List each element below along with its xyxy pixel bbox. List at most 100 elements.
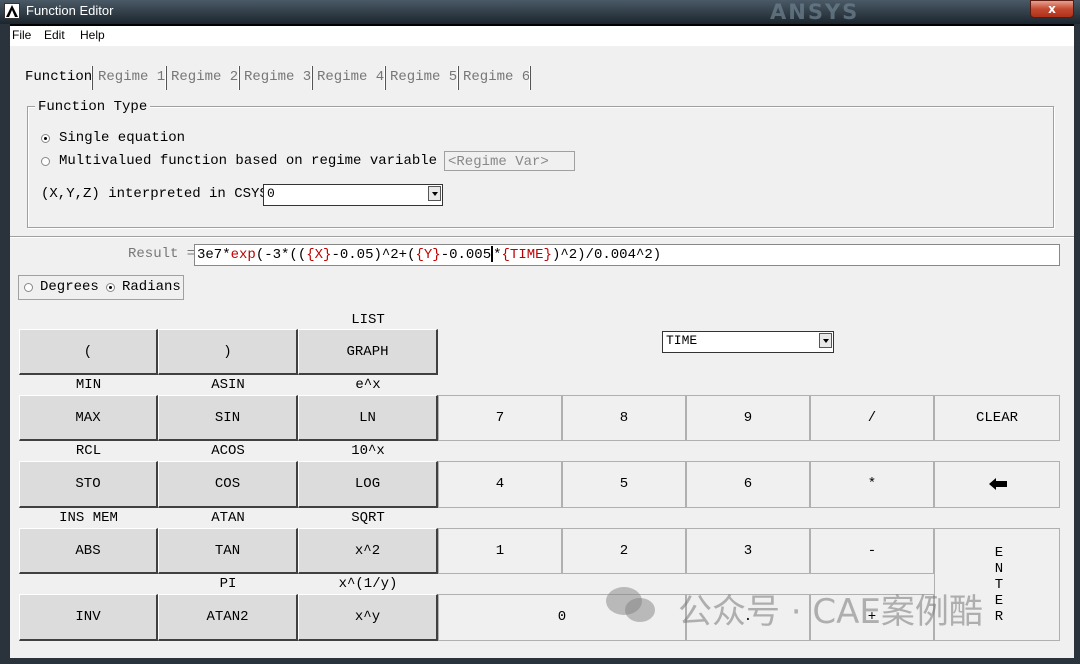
key-abs[interactable]: ABS (19, 528, 158, 574)
key-tan[interactable]: TAN (158, 528, 298, 574)
key-atan2[interactable]: ATAN2 (158, 594, 298, 641)
key-label-10x: 10^x (351, 443, 385, 459)
key-label-list: LIST (351, 312, 385, 328)
enter-label: ENTER (994, 545, 1004, 625)
window-frame-bottom (0, 658, 1080, 664)
key-label-asin: ASIN (211, 377, 245, 393)
csys-value: 0 (267, 186, 275, 201)
expression-token: {X} (306, 247, 332, 263)
key-power[interactable]: x^y (298, 594, 438, 641)
key-label-sqrt: SQRT (351, 510, 385, 526)
chevron-down-icon[interactable] (819, 333, 832, 348)
key-minus[interactable]: - (810, 528, 934, 574)
expression-token: -0.005 (440, 247, 492, 263)
tab-separator (384, 66, 386, 90)
key-label-rcl: RCL (75, 443, 102, 459)
window-title: Function Editor (26, 3, 114, 18)
multivalued-radio[interactable] (41, 157, 50, 166)
key-open-paren[interactable]: ( (19, 329, 158, 375)
key-7[interactable]: 7 (438, 395, 562, 441)
key-2[interactable]: 2 (562, 528, 686, 574)
key-cos[interactable]: COS (158, 461, 298, 508)
key-sto[interactable]: STO (19, 461, 158, 508)
close-button[interactable]: x (1030, 0, 1074, 18)
key-clear[interactable]: CLEAR (934, 395, 1060, 441)
key-divide[interactable]: / (810, 395, 934, 441)
menu-edit[interactable]: Edit (44, 28, 65, 42)
window-frame-right (1074, 24, 1080, 664)
variable-value: TIME (666, 333, 698, 348)
watermark-text: 公众号 · CAE案例酷 (678, 592, 983, 632)
key-8[interactable]: 8 (562, 395, 686, 441)
key-graph[interactable]: GRAPH (298, 329, 438, 375)
expression-token: 3e7* (197, 247, 231, 263)
key-close-paren[interactable]: ) (158, 329, 298, 375)
variable-select[interactable]: TIME (662, 331, 834, 353)
ansys-logo-icon (4, 3, 20, 19)
key-9[interactable]: 9 (686, 395, 810, 441)
menu-bar: File Edit Help (10, 26, 1074, 46)
brand-watermark: ANSYS (770, 0, 860, 24)
degrees-label: Degrees (40, 279, 99, 295)
key-inv[interactable]: INV (19, 594, 158, 641)
backspace-button[interactable] (934, 461, 1060, 508)
key-label-acos: ACOS (211, 443, 245, 459)
key-label-root: x^(1/y) (338, 576, 398, 592)
expression-token: {Y} (415, 247, 441, 263)
radians-label: Radians (122, 279, 181, 295)
key-label-pi: PI (219, 576, 237, 592)
key-sin[interactable]: SIN (158, 395, 298, 441)
tab-separator (457, 66, 459, 90)
menu-help[interactable]: Help (80, 28, 105, 42)
key-label-min: MIN (75, 377, 102, 393)
window-frame-left (0, 24, 10, 664)
expression-token: )^2)/0.004^2) (551, 247, 662, 263)
degrees-radio[interactable] (24, 283, 33, 292)
csys-label: (X,Y,Z) interpreted in CSYS: (41, 186, 277, 202)
key-3[interactable]: 3 (686, 528, 810, 574)
tab-regime-1[interactable]: Regime 1 (98, 66, 165, 88)
key-log[interactable]: LOG (298, 461, 438, 508)
multivalued-label: Multivalued function based on regime var… (59, 153, 438, 169)
key-ln[interactable]: LN (298, 395, 438, 441)
key-square[interactable]: x^2 (298, 528, 438, 574)
function-editor-body: Function Regime 1 Regime 2 Regime 3 Regi… (10, 46, 1074, 658)
expression-token: {TIME} (501, 247, 552, 263)
expression-token: * (493, 247, 502, 263)
tab-function[interactable]: Function (25, 66, 92, 88)
radians-radio[interactable] (106, 283, 115, 292)
expression-token: (-3*(( (255, 247, 307, 263)
chevron-down-icon[interactable] (428, 186, 441, 201)
key-max[interactable]: MAX (19, 395, 158, 441)
tab-separator (165, 66, 167, 90)
title-bar: Function Editor ANSYS x (0, 0, 1080, 24)
tab-regime-3[interactable]: Regime 3 (244, 66, 311, 88)
key-5[interactable]: 5 (562, 461, 686, 508)
tab-separator (238, 66, 240, 90)
key-label-exp: e^x (355, 377, 381, 393)
close-icon: x (1048, 2, 1056, 16)
tab-separator (91, 66, 93, 90)
regime-var-field[interactable]: <Regime Var> (444, 151, 575, 171)
tab-regime-4[interactable]: Regime 4 (317, 66, 384, 88)
tab-separator (529, 66, 531, 90)
key-multiply[interactable]: * (810, 461, 934, 508)
expression-token: -0.05)^2+( (331, 247, 416, 263)
single-equation-radio[interactable] (41, 134, 50, 143)
tab-separator (311, 66, 313, 90)
wechat-icon (606, 587, 655, 622)
backspace-arrow-icon (989, 478, 1007, 490)
tab-regime-6[interactable]: Regime 6 (463, 66, 530, 88)
result-label: Result = (128, 246, 196, 262)
tab-regime-2[interactable]: Regime 2 (171, 66, 238, 88)
single-equation-label: Single equation (59, 130, 186, 146)
key-4[interactable]: 4 (438, 461, 562, 508)
key-6[interactable]: 6 (686, 461, 810, 508)
tab-regime-5[interactable]: Regime 5 (390, 66, 457, 88)
menu-file[interactable]: File (12, 28, 31, 42)
csys-select[interactable]: 0 (263, 184, 443, 206)
key-1[interactable]: 1 (438, 528, 562, 574)
result-expression-field[interactable]: 3e7*exp(-3*(({X}-0.05)^2+({Y}-0.005 *{TIM… (194, 244, 1060, 266)
expression-token: exp (230, 247, 256, 263)
key-label-atan: ATAN (211, 510, 245, 526)
